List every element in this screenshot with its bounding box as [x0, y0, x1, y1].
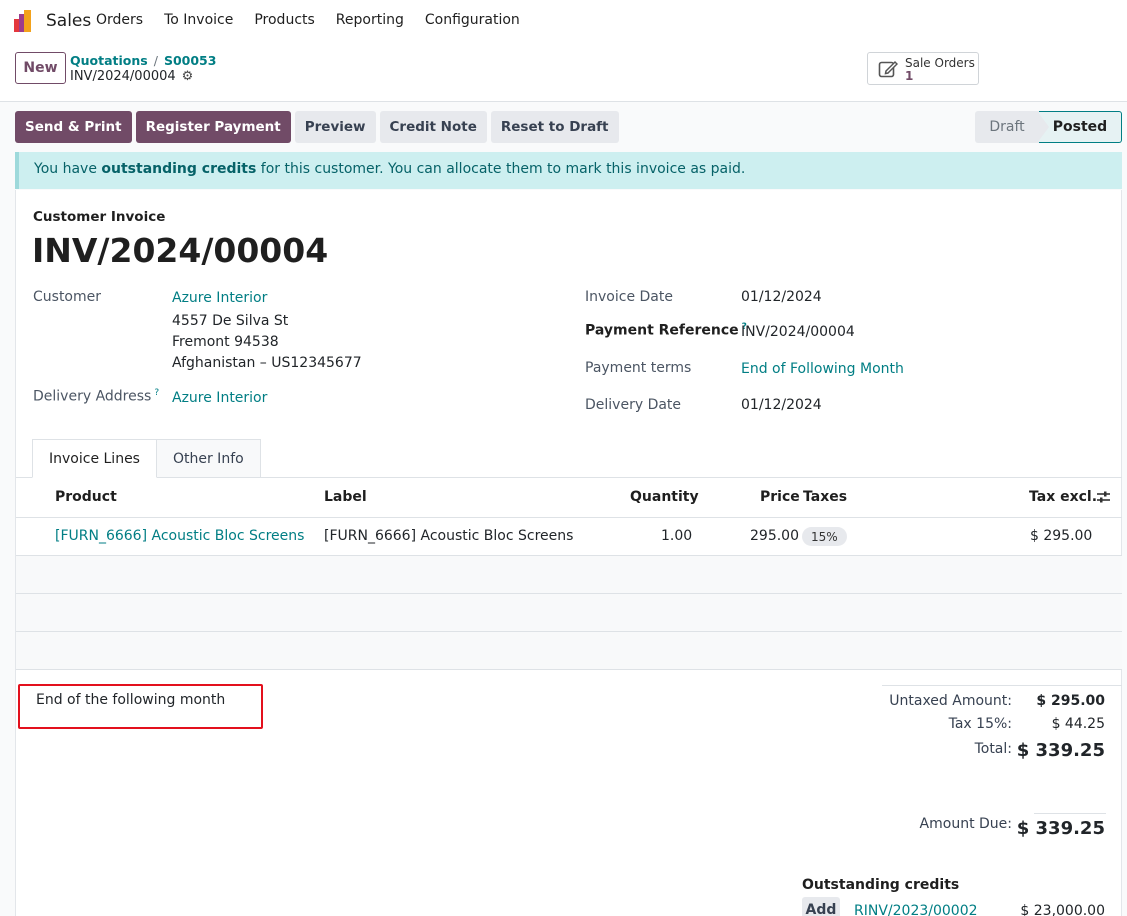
status-draft[interactable]: Draft	[975, 111, 1039, 143]
tab-other-info[interactable]: Other Info	[156, 439, 261, 478]
new-button[interactable]: New	[15, 52, 66, 84]
terms-note[interactable]: End of the following month	[36, 692, 225, 708]
invoice-date-field[interactable]: 01/12/2024	[741, 289, 822, 305]
control-panel: New Quotations / S00053 INV/2024/00004 ⚙ S…	[0, 42, 1127, 102]
customer-link[interactable]: Azure Interior	[172, 290, 267, 306]
header-quantity[interactable]: Quantity	[630, 489, 699, 505]
delivery-address-label-text: Delivery Address	[33, 388, 152, 405]
action-buttons: Send & Print Register Payment Preview Cr…	[15, 111, 619, 143]
menu-to-invoice[interactable]: To Invoice	[164, 12, 233, 28]
column-settings-icon[interactable]	[1096, 490, 1111, 504]
preview-button[interactable]: Preview	[294, 111, 376, 143]
current-record: INV/2024/00004 ⚙	[70, 69, 193, 84]
breadcrumb-order[interactable]: S00053	[164, 53, 217, 68]
due-divider	[1034, 813, 1106, 814]
main-menu: Orders To Invoice Products Reporting Con…	[96, 12, 541, 28]
menu-products[interactable]: Products	[254, 12, 314, 28]
app-name[interactable]: Sales	[46, 11, 91, 31]
tax-badge[interactable]: 15%	[802, 527, 847, 546]
total-label: Total:	[974, 741, 1012, 757]
gear-icon[interactable]: ⚙	[182, 69, 194, 84]
delivery-date-label: Delivery Date	[585, 397, 682, 413]
line-quantity[interactable]: 1.00	[661, 528, 692, 544]
header-price[interactable]: Price	[760, 489, 800, 505]
row-divider	[16, 669, 1122, 670]
credit-reference-link[interactable]: RINV/2023/00002	[854, 903, 978, 916]
amount-due: $ 339.25	[1016, 818, 1105, 839]
send-print-button[interactable]: Send & Print	[15, 111, 132, 143]
breadcrumb: Quotations / S00053	[70, 53, 216, 68]
reset-draft-button[interactable]: Reset to Draft	[490, 111, 619, 143]
payment-reference-label: Payment Reference?	[585, 322, 747, 339]
payment-reference-label-text: Payment Reference	[585, 322, 739, 339]
smart-button-count: 1	[905, 69, 914, 83]
payment-terms-label: Payment terms	[585, 360, 692, 376]
amount-due-label: Amount Due:	[919, 816, 1012, 832]
add-credit-button[interactable]: Add	[802, 897, 840, 916]
status-arrow	[1037, 111, 1049, 143]
header-product[interactable]: Product	[55, 489, 117, 505]
row-divider	[16, 517, 1122, 518]
delivery-address-label: Delivery Address?	[33, 388, 159, 405]
tax-amount: $ 44.25	[1051, 716, 1105, 732]
credit-amount: $ 23,000.00	[1020, 903, 1105, 916]
line-price[interactable]: 295.00	[750, 528, 799, 544]
customer-label: Customer	[33, 289, 102, 305]
sale-orders-smart-button[interactable]: Sale Orders 1	[867, 52, 979, 85]
credit-note-button[interactable]: Credit Note	[379, 111, 487, 143]
address-line-1: 4557 De Silva St	[172, 313, 289, 329]
line-subtotal: $ 295.00	[1030, 528, 1093, 544]
status-posted[interactable]: Posted	[1039, 111, 1122, 143]
alert-text-post: for this customer. You can allocate them…	[256, 161, 746, 177]
total-amount: $ 339.25	[1016, 740, 1105, 761]
address-line-3: Afghanistan – US12345677	[172, 355, 362, 371]
menu-orders[interactable]: Orders	[96, 12, 143, 28]
alert-text-pre: You have	[34, 161, 102, 177]
delivery-date-field[interactable]: 01/12/2024	[741, 397, 822, 413]
line-product[interactable]: [FURN_6666] Acoustic Bloc Screens	[55, 528, 304, 544]
tax-label: Tax 15%:	[948, 716, 1012, 732]
menu-reporting[interactable]: Reporting	[336, 12, 404, 28]
invoice-number: INV/2024/00004	[32, 231, 329, 270]
payment-terms-link[interactable]: End of Following Month	[741, 361, 904, 377]
outstanding-credits-alert: You have outstanding credits for this cu…	[15, 152, 1122, 189]
line-label[interactable]: [FURN_6666] Acoustic Bloc Screens	[324, 528, 573, 544]
untaxed-label: Untaxed Amount:	[889, 693, 1012, 709]
outstanding-credits-title: Outstanding credits	[802, 877, 960, 893]
sales-app-icon[interactable]	[14, 10, 36, 32]
invoice-sheet: Customer Invoice INV/2024/00004 Customer…	[15, 190, 1122, 916]
notebook-tabs: Invoice Lines Other Info	[32, 439, 261, 478]
top-navbar: Sales Orders To Invoice Products Reporti…	[0, 0, 1127, 42]
document-type: Customer Invoice	[33, 209, 166, 225]
payment-reference-field[interactable]: INV/2024/00004	[741, 324, 855, 340]
header-tax-excl[interactable]: Tax excl.	[1029, 489, 1097, 505]
help-icon[interactable]: ?	[154, 388, 159, 398]
delivery-address-link[interactable]: Azure Interior	[172, 390, 267, 406]
untaxed-amount: $ 295.00	[1036, 693, 1105, 709]
invoice-date-label: Invoice Date	[585, 289, 673, 305]
empty-row	[16, 594, 1122, 631]
smart-button-label: Sale Orders	[905, 56, 975, 70]
breadcrumb-quotations[interactable]: Quotations	[70, 53, 148, 68]
header-taxes[interactable]: Taxes	[803, 489, 847, 505]
edit-document-icon	[878, 60, 898, 78]
current-record-name: INV/2024/00004	[70, 69, 176, 84]
menu-configuration[interactable]: Configuration	[425, 12, 520, 28]
address-line-2: Fremont 94538	[172, 334, 279, 350]
empty-row	[16, 632, 1122, 669]
breadcrumb-separator: /	[153, 53, 158, 68]
totals-divider	[882, 685, 1122, 686]
tab-invoice-lines[interactable]: Invoice Lines	[32, 439, 157, 478]
empty-row	[16, 556, 1122, 593]
register-payment-button[interactable]: Register Payment	[135, 111, 291, 143]
header-label[interactable]: Label	[324, 489, 367, 505]
alert-text-bold: outstanding credits	[101, 161, 257, 177]
